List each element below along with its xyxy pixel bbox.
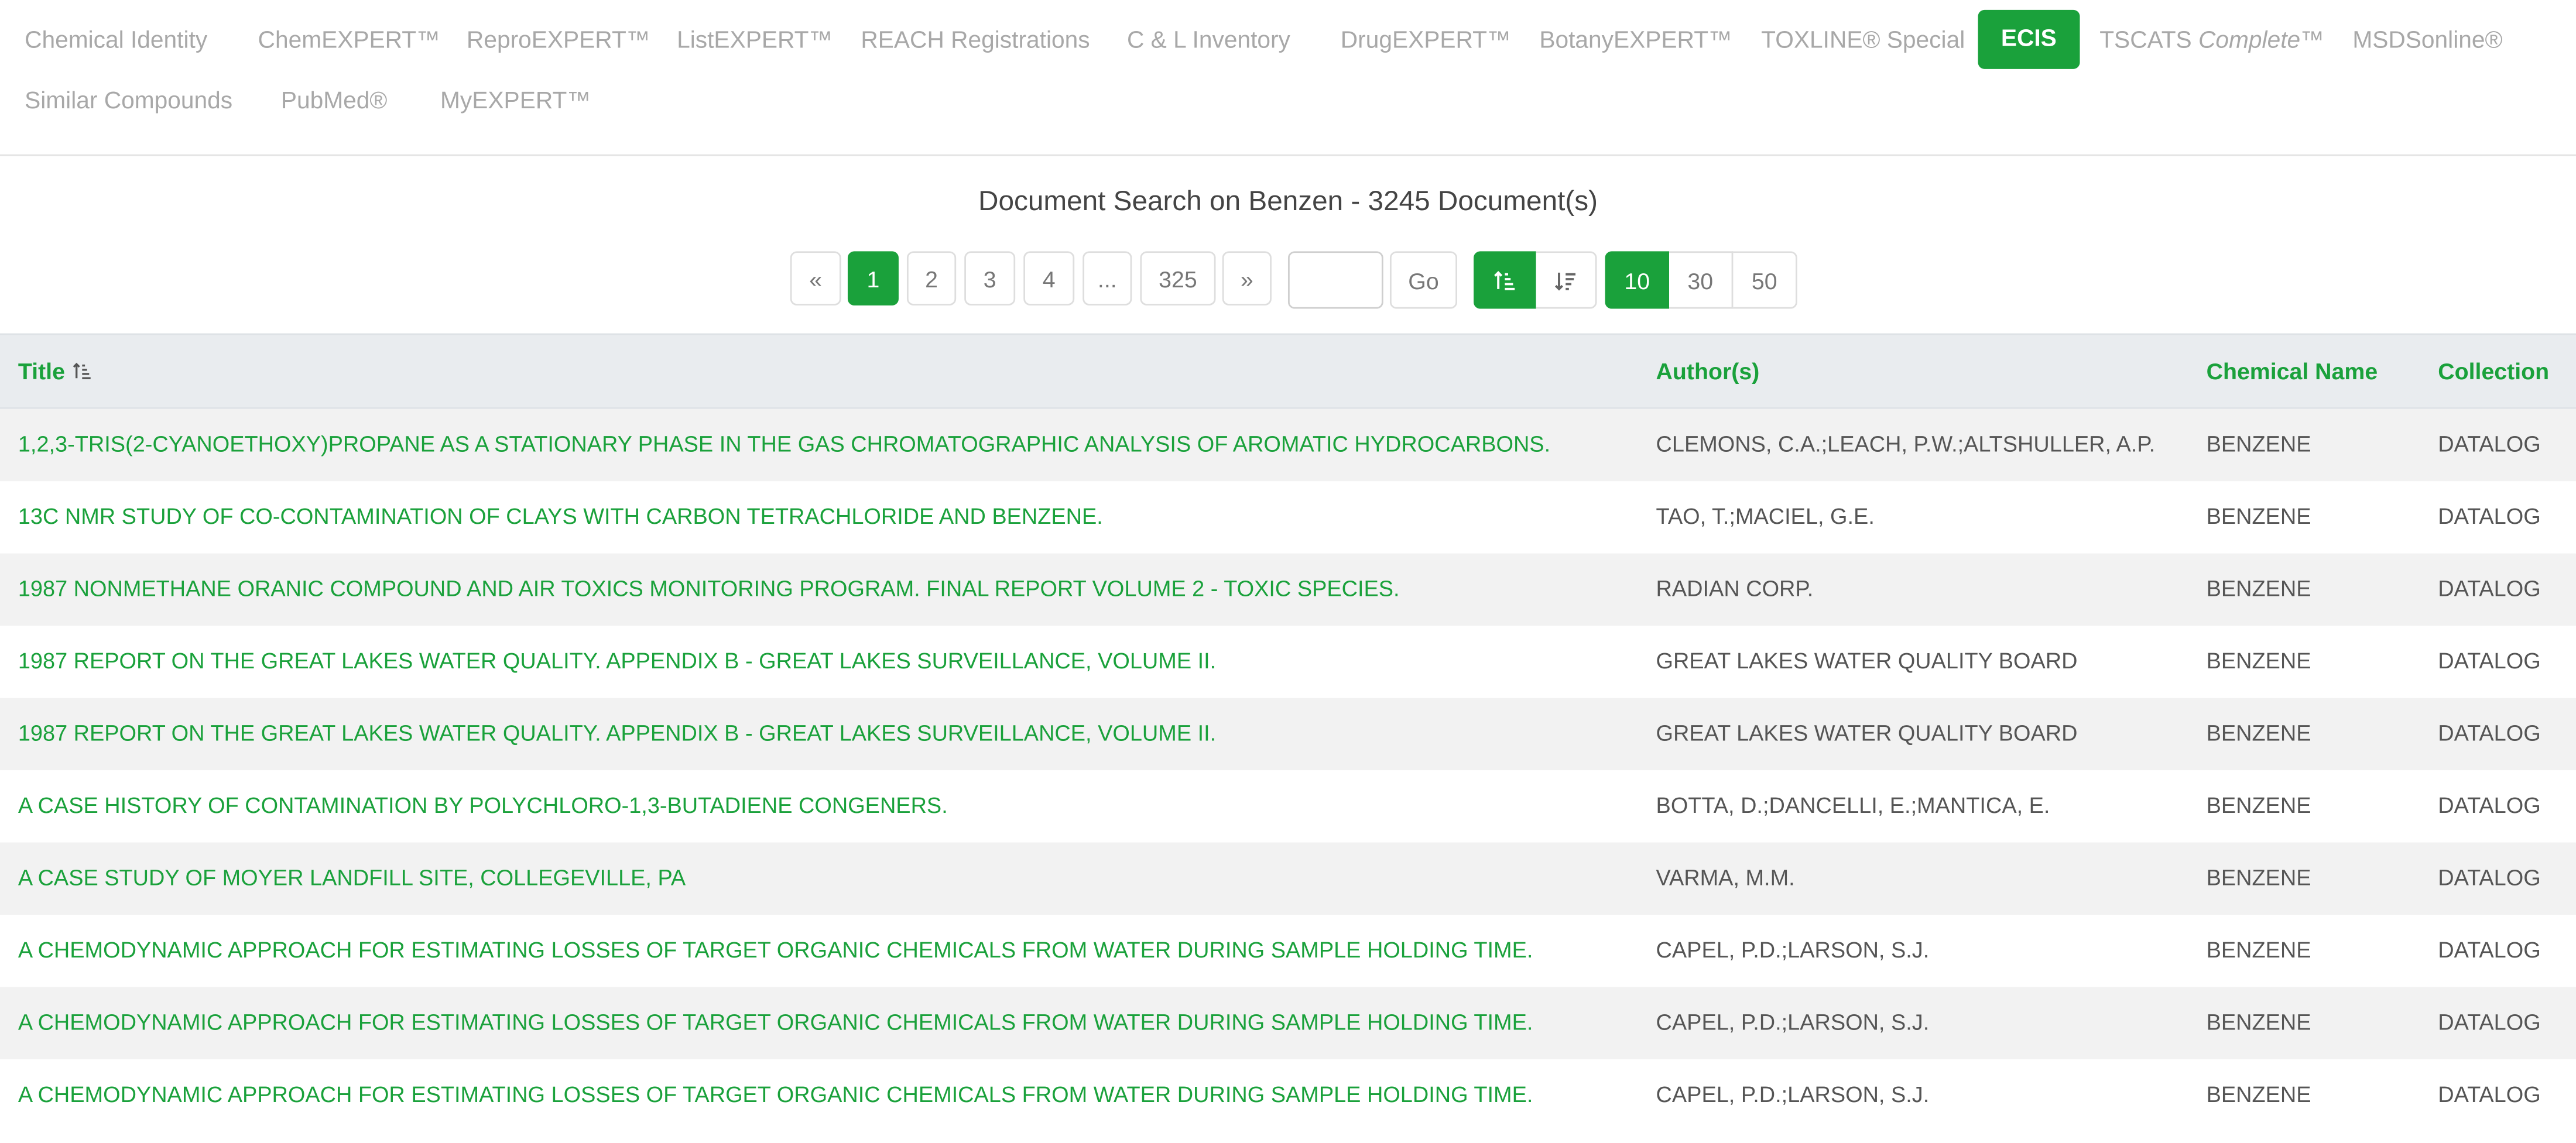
title-column-label: Title (18, 358, 65, 385)
table-row: 13C NMR STUDY OF CO-CONTAMINATION OF CLA… (0, 481, 2576, 553)
table-header: Title Author(s) Chemical Name Collection (0, 333, 2576, 409)
chemical-name-cell: BENZENE (2206, 504, 2311, 529)
chemical-name-column-header[interactable]: Chemical Name (2207, 335, 2378, 407)
sort-ascending-icon (1494, 270, 1515, 290)
document-title-link[interactable]: 13C NMR STUDY OF CO-CONTAMINATION OF CLA… (18, 481, 1103, 553)
page: Chemical Identity ChemEXPERT™ ReproEXPER… (0, 0, 2576, 1143)
author-cell: RADIAN CORP. (1656, 576, 1814, 602)
collection-cell: DATALOG (2438, 504, 2541, 529)
table-row: A CHEMODYNAMIC APPROACH FOR ESTIMATING L… (0, 987, 2576, 1059)
ellipsis-button[interactable]: ... (1083, 251, 1132, 306)
collection-cell: DATALOG (2438, 432, 2541, 457)
page-4-button[interactable]: 4 (1023, 251, 1075, 306)
page-size-selector: 10 30 50 (1605, 251, 1797, 309)
table-row: 1987 REPORT ON THE GREAT LAKES WATER QUA… (0, 626, 2576, 698)
author-cell: CAPEL, P.D.;LARSON, S.J. (1656, 1010, 1930, 1035)
go-button[interactable]: Go (1389, 251, 1458, 309)
chemical-name-cell: BENZENE (2206, 938, 2311, 963)
page-2-button[interactable]: 2 (906, 251, 957, 306)
author-cell: GREAT LAKES WATER QUALITY BOARD (1656, 648, 2078, 674)
chemical-name-cell: BENZENE (2206, 865, 2311, 890)
document-title-link[interactable]: 1,2,3-TRIS(2-CYANOETHOXY)PROPANE AS A ST… (18, 409, 1550, 481)
table-row: A CASE STUDY OF MOYER LANDFILL SITE, COL… (0, 842, 2576, 915)
collection-cell: DATALOG (2438, 648, 2541, 674)
tab-myexpert[interactable]: MyEXPERT™ (440, 87, 591, 117)
chemical-name-cell: BENZENE (2206, 576, 2311, 602)
table-row: A CHEMODYNAMIC APPROACH FOR ESTIMATING L… (0, 915, 2576, 987)
title-column-header[interactable]: Title (18, 335, 93, 407)
sort-ascending-button[interactable] (1474, 251, 1536, 309)
author-cell: GREAT LAKES WATER QUALITY BOARD (1656, 720, 2078, 746)
collection-column-header[interactable]: Collection (2438, 335, 2549, 407)
tab-reach-registrations[interactable]: REACH Registrations (861, 26, 1090, 56)
authors-column-header[interactable]: Author(s) (1656, 335, 1760, 407)
sort-descending-button[interactable] (1536, 251, 1597, 309)
tab-msdsonline[interactable]: MSDSonline® (2352, 26, 2502, 56)
tab-drugexpert[interactable]: DrugEXPERT™ (1341, 26, 1511, 56)
tab-cl-inventory[interactable]: C & L Inventory (1127, 26, 1290, 56)
tab-similar-compounds[interactable]: Similar Compounds (25, 87, 232, 117)
page-size-30-button[interactable]: 30 (1669, 251, 1734, 309)
tab-tscats-tm: ™ (2300, 28, 2324, 54)
tab-tscats-label: TSCATS (2099, 28, 2198, 54)
tab-chemexpert[interactable]: ChemEXPERT™ (258, 26, 440, 56)
document-title-link[interactable]: A CHEMODYNAMIC APPROACH FOR ESTIMATING L… (18, 987, 1533, 1059)
tab-listexpert[interactable]: ListEXPERT™ (677, 26, 833, 56)
sort-descending-icon (1554, 272, 1576, 290)
chemical-name-cell: BENZENE (2206, 1010, 2311, 1035)
table-row: 1,2,3-TRIS(2-CYANOETHOXY)PROPANE AS A ST… (0, 409, 2576, 482)
tab-pubmed[interactable]: PubMed® (281, 87, 388, 117)
tab-chemical-identity[interactable]: Chemical Identity (25, 26, 207, 56)
document-title-link[interactable]: 1987 NONMETHANE ORANIC COMPOUND AND AIR … (18, 554, 1400, 626)
collection-cell: DATALOG (2438, 1082, 2541, 1107)
document-title-link[interactable]: A CHEMODYNAMIC APPROACH FOR ESTIMATING L… (18, 1059, 1533, 1131)
sort-toggle (1474, 251, 1597, 309)
author-cell: BOTTA, D.;DANCELLI, E.;MANTICA, E. (1656, 793, 2050, 818)
tab-ecis[interactable]: ECIS (1978, 9, 2080, 69)
document-title-link[interactable]: 1987 REPORT ON THE GREAT LAKES WATER QUA… (18, 698, 1216, 770)
chemical-name-cell: BENZENE (2206, 432, 2311, 457)
collection-cell: DATALOG (2438, 1010, 2541, 1035)
collection-cell: DATALOG (2438, 576, 2541, 602)
page-size-10-button[interactable]: 10 (1605, 251, 1669, 309)
page-number-input[interactable] (1287, 251, 1383, 309)
tab-botanyexpert[interactable]: BotanyEXPERT™ (1539, 26, 1732, 56)
tab-tscats-italic: Complete (2198, 28, 2301, 54)
tab-bar: Chemical Identity ChemEXPERT™ ReproEXPER… (0, 0, 2576, 156)
tab-tscats-complete[interactable]: TSCATS Complete™ (2099, 26, 2324, 56)
sort-ascending-icon (73, 362, 91, 379)
collection-cell: DATALOG (2438, 793, 2541, 818)
page-title: Document Search on Benzen - 3245 Documen… (978, 186, 1598, 217)
document-title-link[interactable]: 1987 REPORT ON THE GREAT LAKES WATER QUA… (18, 626, 1216, 698)
author-cell: TAO, T.;MACIEL, G.E. (1656, 504, 1875, 529)
chemical-name-cell: BENZENE (2206, 793, 2311, 818)
prev-page-button[interactable]: « (790, 251, 841, 306)
author-cell: CAPEL, P.D.;LARSON, S.J. (1656, 1082, 1930, 1107)
tab-reproexpert[interactable]: ReproEXPERT™ (467, 26, 650, 56)
chemical-name-cell: BENZENE (2206, 648, 2311, 674)
table-row: 1987 NONMETHANE ORANIC COMPOUND AND AIR … (0, 553, 2576, 626)
collection-cell: DATALOG (2438, 720, 2541, 746)
next-page-button[interactable]: » (1222, 251, 1272, 306)
document-title-link[interactable]: A CASE HISTORY OF CONTAMINATION BY POLYC… (18, 770, 948, 842)
collection-cell: DATALOG (2438, 938, 2541, 963)
page-1-button[interactable]: 1 (847, 251, 899, 306)
document-title-link[interactable]: A CHEMODYNAMIC APPROACH FOR ESTIMATING L… (18, 915, 1533, 987)
table-row: 1987 REPORT ON THE GREAT LAKES WATER QUA… (0, 698, 2576, 771)
document-title-link[interactable]: A CASE STUDY OF MOYER LANDFILL SITE, COL… (18, 843, 686, 915)
author-cell: CAPEL, P.D.;LARSON, S.J. (1656, 938, 1930, 963)
chemical-name-cell: BENZENE (2206, 720, 2311, 746)
collection-cell: DATALOG (2438, 865, 2541, 890)
author-cell: VARMA, M.M. (1656, 865, 1795, 890)
table-row: A CASE HISTORY OF CONTAMINATION BY POLYC… (0, 770, 2576, 842)
page-3-button[interactable]: 3 (964, 251, 1016, 306)
page-size-50-button[interactable]: 50 (1733, 251, 1797, 309)
table-row: A CHEMODYNAMIC APPROACH FOR ESTIMATING L… (0, 1059, 2576, 1131)
author-cell: CLEMONS, C.A.;LEACH, P.W.;ALTSHULLER, A.… (1656, 432, 2156, 457)
chemical-name-cell: BENZENE (2206, 1082, 2311, 1107)
tab-toxline-special[interactable]: TOXLINE® Special (1761, 26, 1965, 56)
page-last-button[interactable]: 325 (1140, 251, 1216, 306)
